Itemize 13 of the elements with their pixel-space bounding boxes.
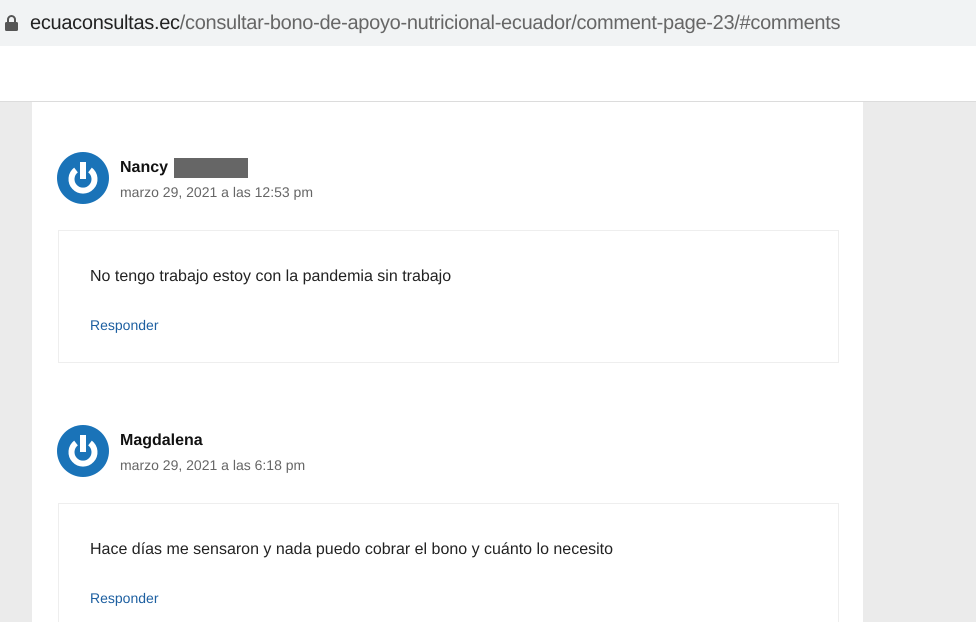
- author-name: Magdalena: [120, 431, 203, 451]
- comment-text: Hace días me sensaron y nada puedo cobrar el bono y cuánto lo necesito: [90, 540, 614, 560]
- url-text: ecuaconsultas.ec/consultar-bono-de-apoyo-nutricional-ecuador/comment-page-23/#comments: [30, 11, 840, 36]
- comment-date: marzo 29, 2021 a las 6:18 pm: [120, 456, 306, 475]
- comment-text: No tengo trabajo estoy con la pandemia sin trabajo: [90, 267, 452, 287]
- avatar-icon: [57, 152, 109, 204]
- reply-link[interactable]: Responder: [90, 588, 158, 609]
- address-bar[interactable]: ecuaconsultas.ec/consultar-bono-de-apoyo-nutricional-ecuador/comment-page-23/#comments: [0, 0, 976, 46]
- comment-date: marzo 29, 2021 a las 12:53 pm: [120, 183, 314, 202]
- reply-link[interactable]: Responder: [90, 315, 158, 336]
- avatar-icon: [57, 425, 109, 477]
- author-name: Nancy: [120, 158, 168, 178]
- lock-icon: [5, 15, 18, 31]
